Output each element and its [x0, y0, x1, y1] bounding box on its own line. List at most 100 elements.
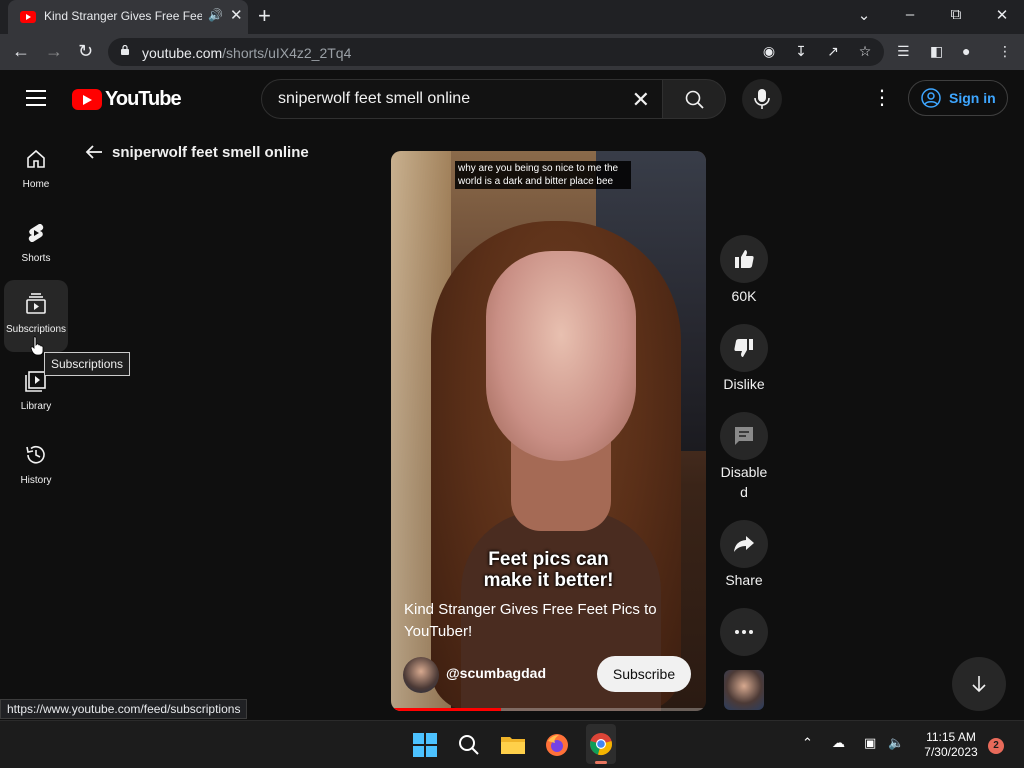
media-controls-icon[interactable]: ☰: [897, 43, 910, 60]
subscriptions-tooltip: Subscriptions: [44, 352, 131, 376]
search-input[interactable]: sniperwolf feet smell online ✕: [261, 79, 663, 119]
youtube-wordmark: YouTube: [105, 88, 182, 110]
thumbs-up-icon: [735, 250, 754, 268]
search-query-heading: sniperwolf feet smell online: [112, 144, 309, 161]
browser-menu-icon[interactable]: ⋮: [998, 43, 1012, 60]
voice-search-button[interactable]: [742, 79, 782, 119]
side-panel-icon[interactable]: ◧: [930, 43, 943, 60]
share-button[interactable]: [720, 520, 768, 568]
hand-cursor-icon: [30, 336, 44, 356]
network-icon[interactable]: ▣: [864, 735, 876, 751]
next-short-button[interactable]: [952, 657, 1006, 711]
volume-icon[interactable]: 🔈: [888, 735, 904, 751]
clear-search-icon[interactable]: ✕: [632, 87, 650, 113]
chrome-taskbar-button[interactable]: [586, 724, 616, 764]
home-icon: [27, 149, 45, 168]
google-lens-icon[interactable]: ◉: [760, 43, 778, 60]
back-arrow-icon[interactable]: [84, 142, 104, 162]
sign-in-label: Sign in: [949, 90, 996, 106]
search-icon: [685, 90, 704, 109]
share-page-icon[interactable]: ↗: [824, 43, 842, 60]
settings-menu-icon[interactable]: ⋮: [872, 88, 892, 108]
tab-search-icon[interactable]: ⌄: [844, 6, 884, 24]
share-label: Share: [725, 572, 763, 588]
sign-in-button[interactable]: Sign in: [908, 80, 1008, 116]
overlay-caption-line-1: Feet pics can: [488, 549, 609, 570]
sidebar-item-home[interactable]: Home: [4, 135, 68, 207]
video-top-caption: why are you being so nice to me the worl…: [455, 161, 631, 189]
dislike-button[interactable]: [720, 324, 768, 372]
minimize-button[interactable]: –: [890, 6, 930, 23]
comment-icon: [735, 427, 753, 445]
video-progress-bar[interactable]: [391, 708, 706, 711]
clock-date: 7/30/2023: [924, 745, 978, 759]
more-actions-button[interactable]: [720, 608, 768, 656]
install-app-icon[interactable]: ↧: [792, 43, 810, 60]
channel-name[interactable]: @scumbagdad: [446, 665, 546, 681]
windows-taskbar: ⌃ ☁ ▣ 🔈 11:15 AM 7/30/2023 2: [0, 720, 1024, 768]
bookmark-star-icon[interactable]: ☆: [856, 43, 874, 60]
short-video-player[interactable]: why are you being so nice to me the worl…: [391, 151, 706, 711]
search-button[interactable]: [662, 79, 726, 119]
onedrive-icon[interactable]: ☁: [832, 735, 845, 751]
forward-button[interactable]: →: [45, 41, 63, 62]
channel-avatar[interactable]: [403, 657, 439, 693]
like-button[interactable]: [720, 235, 768, 283]
firefox-icon[interactable]: [544, 733, 570, 757]
url-host: youtube.com: [142, 45, 223, 61]
video-subject-face: [486, 251, 636, 461]
url-text: youtube.com/shorts/uIX4z2_2Tq4: [142, 45, 351, 61]
sound-source-thumbnail[interactable]: [724, 670, 764, 710]
browser-tab[interactable]: Kind Stranger Gives Free Feet Pics to Yo…: [8, 0, 248, 34]
reload-button[interactable]: ↻: [78, 41, 93, 62]
browser-toolbar: ← → ↻ youtube.com/shorts/uIX4z2_2Tq4 ◉ ↧…: [0, 34, 1024, 70]
dislike-label: Dislike: [723, 376, 765, 392]
video-progress-fill: [391, 708, 502, 711]
sidebar-item-label: Library: [20, 401, 52, 412]
sidebar-item-label: History: [20, 475, 52, 486]
new-tab-button[interactable]: +: [258, 4, 271, 28]
notification-badge[interactable]: 2: [988, 738, 1004, 754]
url-path: /shorts/uIX4z2_2Tq4: [222, 45, 352, 61]
history-icon: [26, 445, 45, 464]
thumbs-down-icon: [734, 339, 753, 357]
overlay-caption-line-2: make it better!: [483, 570, 614, 591]
chrome-icon: [590, 733, 612, 755]
sidebar-item-shorts[interactable]: Shorts: [4, 209, 68, 281]
hamburger-menu-icon[interactable]: [26, 90, 46, 106]
sidebar-item-label: Subscriptions: [5, 324, 67, 335]
lock-icon: [121, 45, 129, 55]
taskbar-search-icon[interactable]: [456, 733, 482, 757]
share-arrow-icon: [734, 536, 754, 552]
show-hidden-icons-chevron-icon[interactable]: ⌃: [802, 735, 813, 751]
restore-button[interactable]: ⧉: [936, 6, 976, 23]
windows-start-icon[interactable]: [412, 733, 438, 757]
link-status-bubble: https://www.youtube.com/feed/subscriptio…: [0, 699, 248, 719]
sidebar-item-label: Shorts: [21, 253, 51, 264]
file-explorer-icon[interactable]: [500, 733, 526, 757]
short-title[interactable]: Kind Stranger Gives Free Feet Pics to Yo…: [404, 599, 694, 643]
more-horizontal-icon: [735, 630, 753, 634]
youtube-play-icon: [72, 89, 102, 110]
clock[interactable]: 11:15 AM 7/30/2023: [920, 730, 982, 760]
back-button[interactable]: ←: [12, 41, 30, 62]
sidebar-item-label: Home: [22, 179, 50, 190]
close-tab-icon[interactable]: ✕: [230, 6, 243, 24]
active-app-indicator: [595, 761, 607, 764]
subscribe-button[interactable]: Subscribe: [597, 656, 691, 692]
comments-disabled-label: Disable d: [714, 462, 774, 502]
speaker-icon[interactable]: 🔊: [208, 8, 223, 22]
comments-button[interactable]: [720, 412, 768, 460]
address-bar[interactable]: youtube.com/shorts/uIX4z2_2Tq4 ◉ ↧ ↗ ☆: [108, 38, 884, 66]
profile-icon[interactable]: ●: [962, 43, 970, 59]
close-window-button[interactable]: ✕: [982, 6, 1022, 24]
shorts-icon: [28, 224, 44, 242]
search-query-text: sniperwolf feet smell online: [278, 90, 471, 107]
comments-label-line-1: Disable: [720, 464, 768, 480]
browser-tab-strip: Kind Stranger Gives Free Feet Pics to Yo…: [0, 0, 1024, 34]
youtube-header: YouTube sniperwolf feet smell online ✕ ⋮…: [0, 70, 1024, 128]
microphone-icon: [754, 89, 770, 109]
sidebar-item-history[interactable]: History: [4, 431, 68, 503]
subscriptions-icon: [26, 293, 46, 314]
clock-time: 11:15 AM: [926, 730, 976, 744]
